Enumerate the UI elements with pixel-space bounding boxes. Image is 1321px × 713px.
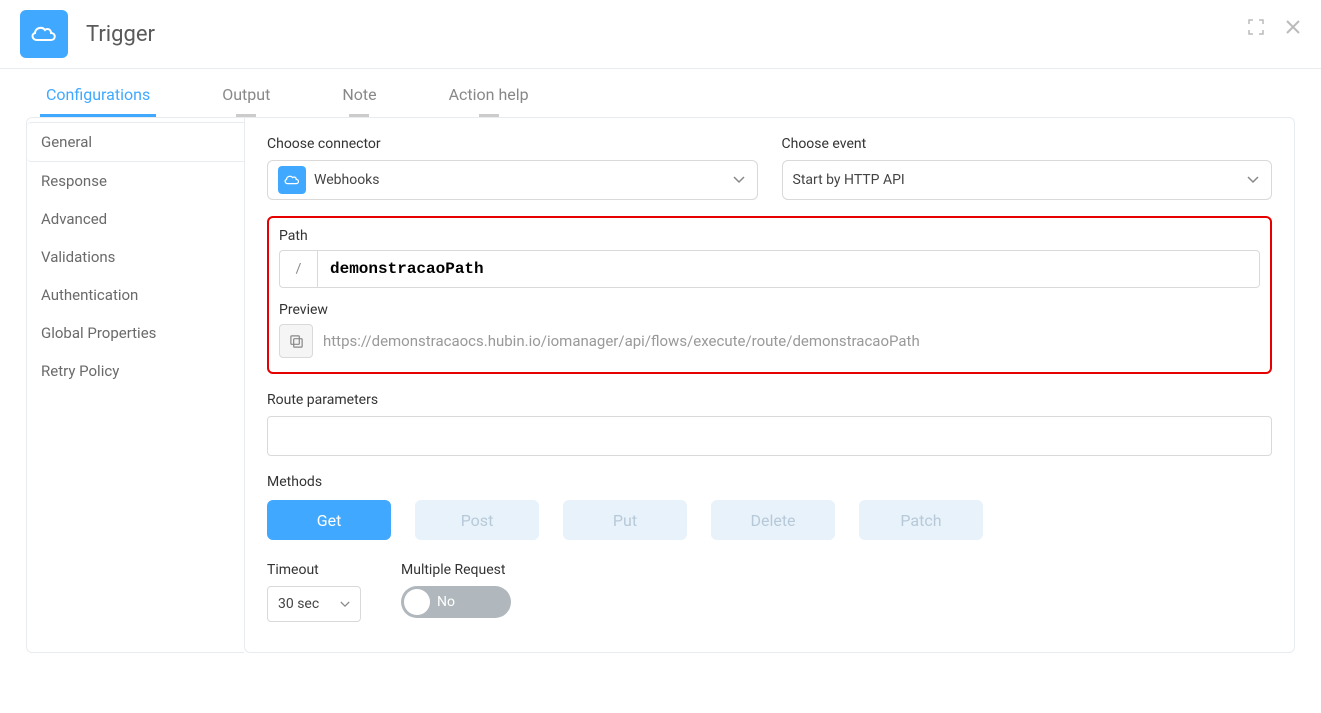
modal-title: Trigger — [86, 22, 155, 47]
tabs: Configurations Output Note Action help — [0, 69, 1321, 117]
sidebar-item-global-properties[interactable]: Global Properties — [27, 314, 244, 352]
choose-event-label: Choose event — [782, 136, 1273, 152]
tab-note[interactable]: Note — [336, 85, 382, 117]
path-prefix: / — [279, 250, 317, 288]
path-preview-highlight: Path / Preview https://demonstracaocs.hu… — [267, 216, 1272, 374]
trigger-modal: Trigger Configurations Output Note Actio… — [0, 0, 1321, 713]
preview-label: Preview — [279, 302, 1260, 318]
event-value: Start by HTTP API — [793, 172, 905, 188]
copy-button[interactable] — [279, 324, 313, 358]
sidebar: General Response Advanced Validations Au… — [26, 117, 244, 653]
preview-url: https://demonstracaocs.hubin.io/iomanage… — [323, 332, 920, 350]
sidebar-item-response[interactable]: Response — [27, 162, 244, 200]
chevron-down-icon — [1247, 172, 1259, 188]
timeout-value: 30 sec — [278, 596, 319, 612]
method-get-button[interactable]: Get — [267, 500, 391, 540]
choose-connector-label: Choose connector — [267, 136, 758, 152]
sidebar-item-advanced[interactable]: Advanced — [27, 200, 244, 238]
modal-header: Trigger — [0, 0, 1321, 69]
sidebar-item-authentication[interactable]: Authentication — [27, 276, 244, 314]
timeout-select[interactable]: 30 sec — [267, 586, 361, 622]
method-put-button[interactable]: Put — [563, 500, 687, 540]
cloud-icon — [278, 166, 306, 194]
toggle-knob — [404, 589, 430, 615]
sidebar-item-validations[interactable]: Validations — [27, 238, 244, 276]
choose-connector-select[interactable]: Webhooks — [267, 160, 758, 200]
choose-event-select[interactable]: Start by HTTP API — [782, 160, 1273, 200]
multiple-request-label: Multiple Request — [401, 562, 511, 578]
method-post-button[interactable]: Post — [415, 500, 539, 540]
cloud-icon — [20, 10, 68, 58]
main-panel: Choose connector Webhooks Choose event — [244, 117, 1295, 653]
route-params-label: Route parameters — [267, 392, 1272, 408]
close-icon[interactable] — [1285, 18, 1301, 36]
chevron-down-icon — [340, 601, 350, 608]
tab-configurations[interactable]: Configurations — [40, 85, 156, 117]
multiple-request-toggle[interactable]: No — [401, 586, 511, 618]
connector-value: Webhooks — [314, 172, 380, 188]
tab-action-help[interactable]: Action help — [443, 85, 535, 117]
path-input[interactable] — [317, 250, 1260, 288]
route-params-input[interactable] — [267, 416, 1272, 456]
methods-label: Methods — [267, 474, 1272, 490]
path-label: Path — [279, 228, 1260, 244]
tab-output[interactable]: Output — [216, 85, 276, 117]
method-patch-button[interactable]: Patch — [859, 500, 983, 540]
timeout-label: Timeout — [267, 562, 361, 578]
chevron-down-icon — [733, 172, 745, 188]
toggle-label: No — [437, 594, 455, 610]
method-delete-button[interactable]: Delete — [711, 500, 835, 540]
expand-icon[interactable] — [1247, 18, 1265, 36]
sidebar-item-general[interactable]: General — [27, 122, 245, 162]
sidebar-item-retry-policy[interactable]: Retry Policy — [27, 352, 244, 390]
